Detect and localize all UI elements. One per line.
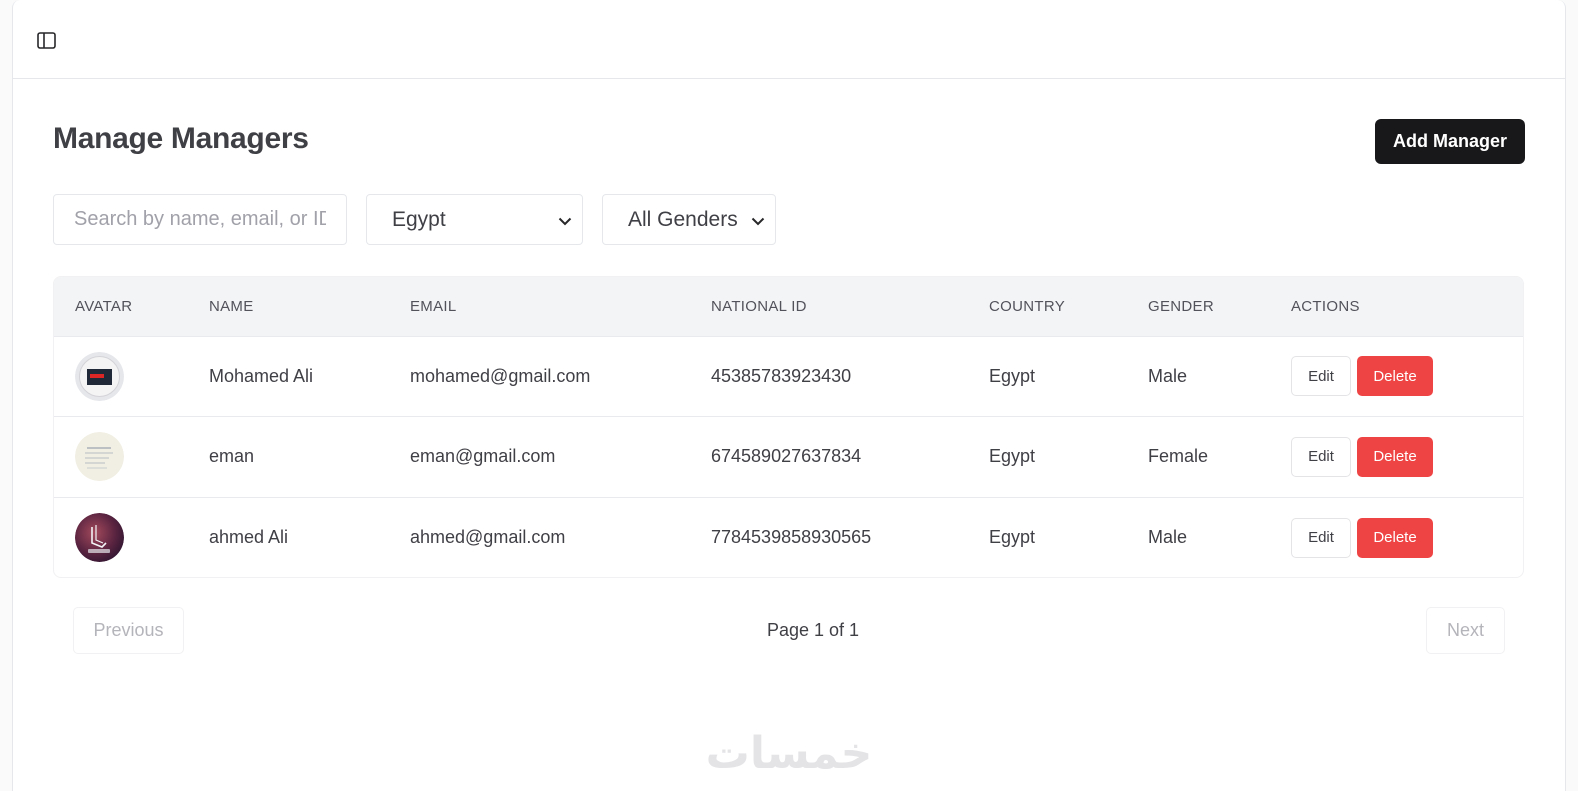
cell-actions: Edit Delete [1270,497,1523,577]
cell-email: ahmed@gmail.com [410,527,566,547]
delete-button[interactable]: Delete [1357,517,1433,558]
page-title: Manage Managers [53,122,309,155]
edit-button[interactable]: Edit [1291,517,1351,558]
chevron-down-icon [751,208,765,232]
cell-name: Mohamed Ali [209,365,314,386]
cell-email: mohamed@gmail.com [410,365,591,386]
cell-gender: Female [1148,446,1209,467]
chevron-down-icon [558,208,572,232]
column-header-avatar: AVATAR [75,297,133,315]
cell-country: Egypt [989,365,1036,386]
cell-name: ahmed Ali [209,527,289,547]
table-row: eman eman@gmail.com 674589027637834 Egyp… [54,416,1523,498]
next-button[interactable]: Next [1426,607,1505,654]
country-select-value: Egypt [392,207,446,231]
column-header-gender: GENDER [1148,297,1214,315]
cell-national-id: 45385783923430 [711,365,852,386]
add-manager-button[interactable]: Add Manager [1375,119,1525,164]
gender-select[interactable]: All Genders [602,194,776,245]
delete-button[interactable]: Delete [1357,436,1433,477]
delete-button[interactable]: Delete [1357,356,1433,397]
avatar [75,432,124,482]
cell-country: Egypt [989,527,1036,547]
main-panel: Manage Managers Add Manager Egypt All Ge… [12,0,1566,791]
cell-actions: Edit Delete [1270,417,1523,498]
column-header-national-id: NATIONAL ID [711,297,807,315]
cell-country: Egypt [989,446,1036,467]
cell-gender: Male [1148,527,1188,547]
table-row: Mohamed Ali mohamed@gmail.com 4538578392… [54,336,1523,417]
cell-national-id: 7784539858930565 [711,527,872,547]
edit-button[interactable]: Edit [1291,356,1351,397]
svg-text:خمسات: خمسات [706,728,873,779]
managers-table: AVATAR NAME EMAIL NATIONAL ID COUNTRY GE… [53,276,1524,578]
top-bar [13,0,1565,79]
country-select[interactable]: Egypt [366,194,583,245]
cell-email: eman@gmail.com [410,446,556,467]
column-header-name: NAME [209,297,254,315]
cell-gender: Male [1148,365,1188,386]
column-header-country: COUNTRY [989,297,1065,315]
column-header-actions: ACTIONS [1291,297,1360,315]
gender-select-value: All Genders [628,207,738,231]
cell-actions: Edit Delete [1270,336,1523,417]
avatar [75,351,124,401]
column-header-email: EMAIL [410,297,457,315]
edit-button[interactable]: Edit [1291,436,1351,477]
table-row: ahmed Ali ahmed@gmail.com 77845398589305… [54,497,1523,577]
cell-national-id: 674589027637834 [711,446,862,467]
avatar [75,513,124,562]
previous-button[interactable]: Previous [73,607,184,654]
cell-name: eman [209,446,255,467]
watermark-logo: خمسات [706,728,873,779]
page-info: Page 1 of 1 [766,620,860,640]
search-input[interactable] [53,194,347,245]
table-header-row: AVATAR NAME EMAIL NATIONAL ID COUNTRY GE… [54,277,1523,336]
sidebar-toggle-icon[interactable] [35,29,57,51]
